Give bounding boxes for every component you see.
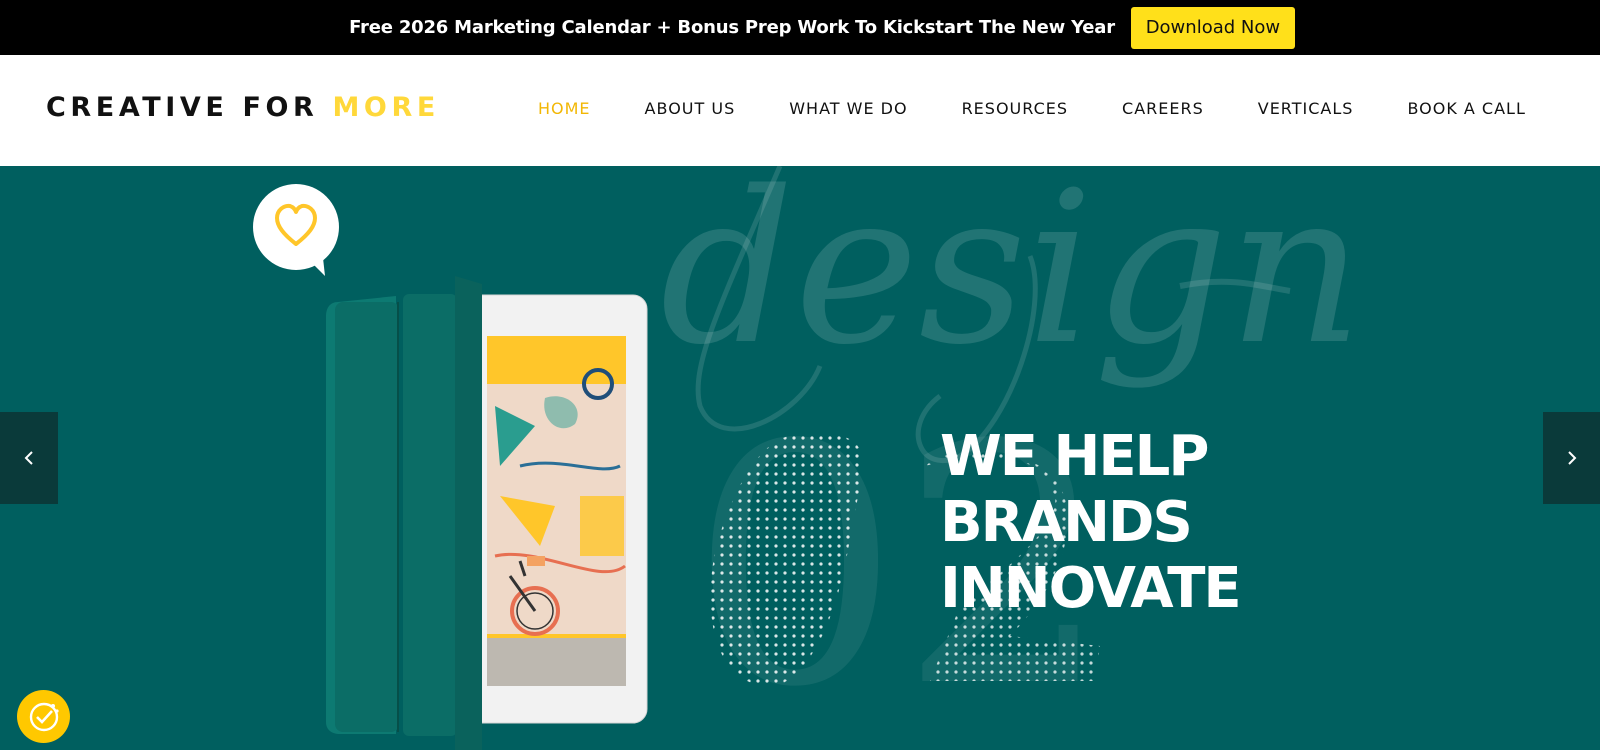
nav-item-verticals[interactable]: VERTICALS	[1258, 99, 1354, 118]
headline-line-3: INNOVATE	[940, 556, 1242, 621]
site-logo[interactable]: CREATIVE FOR MORE	[46, 92, 440, 123]
accessibility-button[interactable]	[17, 690, 70, 743]
hero-slider: design 02 WE HELP BRANDS INNOVATE	[0, 166, 1600, 750]
announcement-text: Free 2026 Marketing Calendar + Bonus Pre…	[349, 17, 1115, 38]
slider-next-button[interactable]	[1543, 412, 1600, 504]
chevron-left-icon	[24, 451, 33, 465]
nav-item-careers[interactable]: CAREERS	[1122, 99, 1204, 118]
main-nav: HOME ABOUT US WHAT WE DO RESOURCES CAREE…	[538, 99, 1526, 118]
hero-artwork: design 02	[326, 166, 1363, 750]
announcement-bar: Free 2026 Marketing Calendar + Bonus Pre…	[0, 0, 1600, 55]
hero-headline: WE HELP BRANDS INNOVATE	[940, 424, 1242, 622]
nav-item-resources[interactable]: RESOURCES	[962, 99, 1068, 118]
logo-main: CREATIVE FOR	[46, 92, 333, 123]
download-now-button[interactable]: Download Now	[1130, 6, 1295, 49]
logo-accent: MORE	[332, 92, 440, 123]
headline-line-2: BRANDS	[940, 490, 1193, 555]
heart-bubble-icon	[253, 184, 339, 276]
site-header: CREATIVE FOR MORE HOME ABOUT US WHAT WE …	[0, 55, 1600, 166]
chevron-right-icon	[1568, 451, 1577, 465]
headline-line-1: WE HELP	[940, 424, 1209, 489]
nav-item-about-us[interactable]: ABOUT US	[645, 99, 736, 118]
nav-item-book-a-call[interactable]: BOOK A CALL	[1407, 99, 1525, 118]
tablet-illustration	[326, 276, 648, 750]
nav-item-home[interactable]: HOME	[538, 99, 591, 118]
nav-item-what-we-do[interactable]: WHAT WE DO	[789, 99, 907, 118]
slider-prev-button[interactable]	[0, 412, 58, 504]
accessibility-icon	[29, 702, 59, 731]
